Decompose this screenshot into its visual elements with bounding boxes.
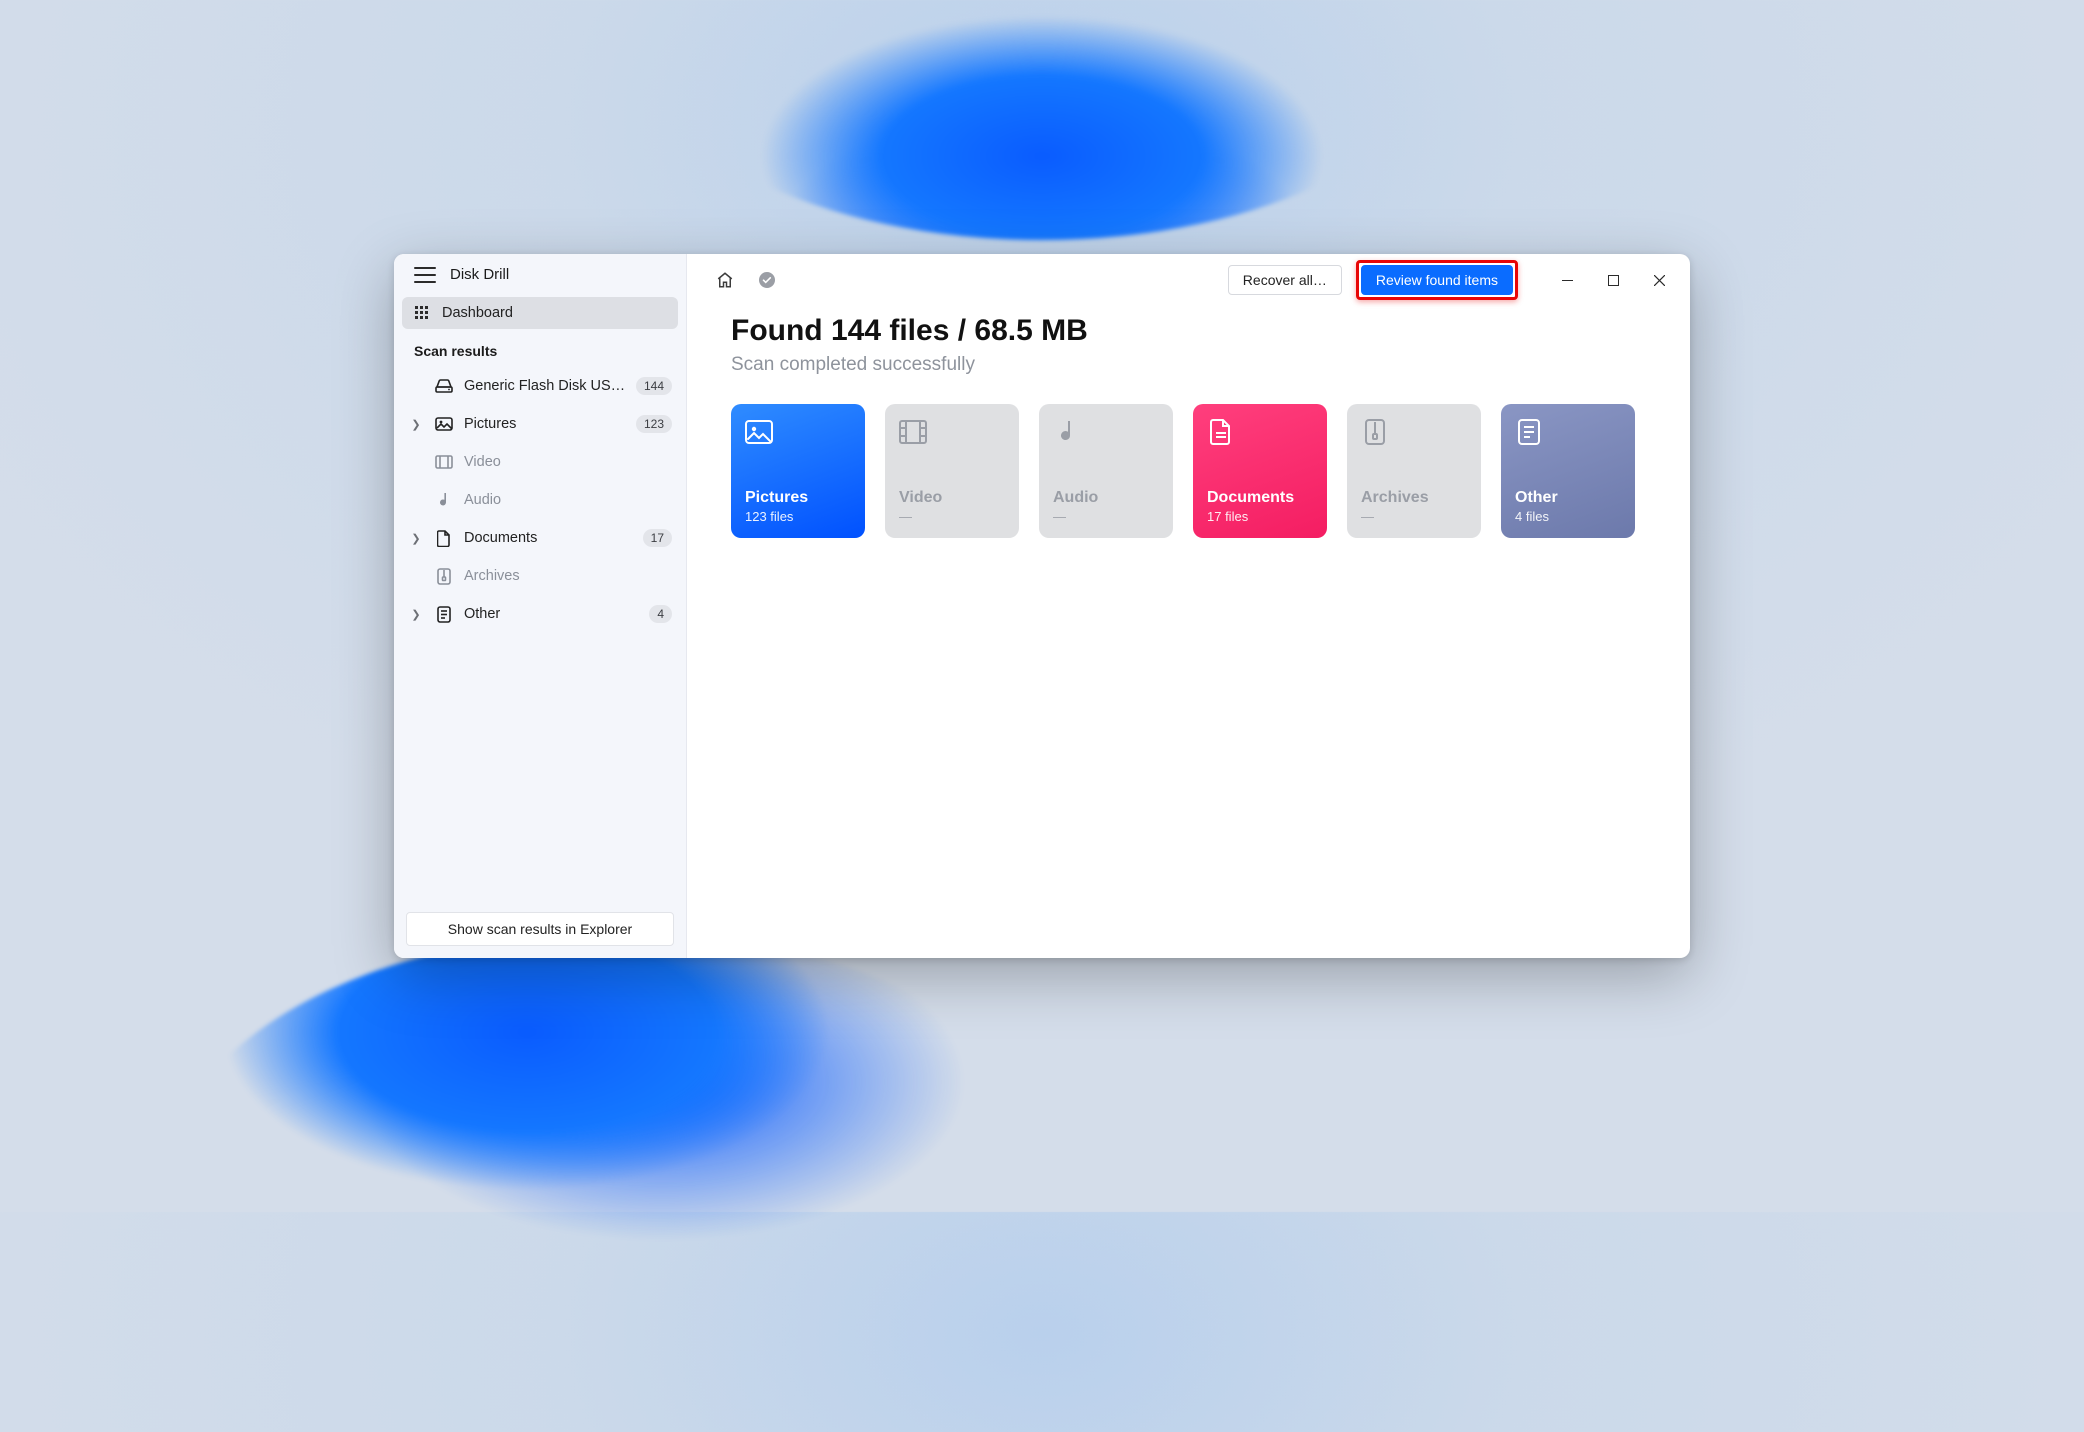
- video-icon: [899, 418, 927, 446]
- headline: Found 144 files / 68.5 MB: [731, 314, 1646, 348]
- tree-item[interactable]: ❯Video: [402, 443, 678, 481]
- card-audio: Audio —: [1039, 404, 1173, 538]
- card-video: Video —: [885, 404, 1019, 538]
- app-window: Disk Drill Dashboard Scan results ❯ Gener…: [394, 254, 1690, 958]
- card-title: Video: [899, 489, 1005, 507]
- card-pictures[interactable]: Pictures 123 files: [731, 404, 865, 538]
- app-title: Disk Drill: [450, 266, 509, 283]
- tree-item[interactable]: ❯Archives: [402, 557, 678, 595]
- card-archives: Archives —: [1347, 404, 1481, 538]
- card-documents[interactable]: Documents 17 files: [1193, 404, 1327, 538]
- card-sub: 17 files: [1207, 509, 1313, 524]
- tree-item-label: Generic Flash Disk USB…: [464, 378, 626, 394]
- sidebar-item-label: Dashboard: [442, 305, 513, 321]
- tree-item-label: Documents: [464, 530, 633, 546]
- review-found-items-button[interactable]: Review found items: [1361, 265, 1513, 295]
- card-sub: —: [899, 509, 1005, 524]
- category-cards: Pictures 123 files Video — Audio —: [731, 404, 1646, 538]
- doc-icon: [434, 530, 454, 547]
- card-sub: —: [1361, 509, 1467, 524]
- picture-icon: [745, 418, 773, 446]
- home-icon[interactable]: [711, 266, 739, 294]
- tree-item-label: Archives: [464, 568, 672, 584]
- picture-icon: [434, 417, 454, 431]
- sidebar-item-dashboard[interactable]: Dashboard: [402, 297, 678, 329]
- window-close-button[interactable]: [1636, 258, 1682, 302]
- review-button-highlight: Review found items: [1356, 260, 1518, 300]
- hamburger-icon[interactable]: [414, 267, 436, 283]
- grid-icon: [414, 305, 430, 321]
- count-badge: 144: [636, 377, 672, 395]
- content: Found 144 files / 68.5 MB Scan completed…: [687, 306, 1690, 538]
- sidebar-footer: Show scan results in Explorer: [394, 902, 686, 958]
- nav: Dashboard: [394, 297, 686, 329]
- tree-item-label: Video: [464, 454, 672, 470]
- card-title: Other: [1515, 489, 1621, 507]
- audio-icon: [434, 492, 454, 508]
- main: Recover all… Review found items Found 14…: [687, 254, 1690, 958]
- tree-item-label: Audio: [464, 492, 672, 508]
- scan-results-tree: ❯Generic Flash Disk USB…144❯Pictures123❯…: [394, 367, 686, 633]
- archive-icon: [1361, 418, 1389, 446]
- chevron-right-icon: ❯: [408, 532, 424, 545]
- chevron-right-icon: ❯: [408, 608, 424, 621]
- count-badge: 17: [643, 529, 672, 547]
- status-check-icon: [753, 266, 781, 294]
- count-badge: 123: [636, 415, 672, 433]
- sidebar-header: Disk Drill: [394, 266, 686, 297]
- recover-all-button[interactable]: Recover all…: [1228, 265, 1342, 295]
- window-minimize-button[interactable]: [1544, 258, 1590, 302]
- tree-item[interactable]: ❯ Other 4: [402, 595, 678, 633]
- card-sub: 123 files: [745, 509, 851, 524]
- window-controls: [1544, 258, 1682, 302]
- show-in-explorer-button[interactable]: Show scan results in Explorer: [406, 912, 674, 946]
- tree-item-label: Other: [464, 606, 639, 622]
- card-sub: 4 files: [1515, 509, 1621, 524]
- topbar: Recover all… Review found items: [687, 254, 1690, 306]
- card-title: Audio: [1053, 489, 1159, 507]
- tree-item[interactable]: ❯ Documents 17: [402, 519, 678, 557]
- chevron-right-icon: ❯: [408, 418, 424, 431]
- sidebar: Disk Drill Dashboard Scan results ❯ Gener…: [394, 254, 687, 958]
- tree-item-label: Pictures: [464, 416, 626, 432]
- archive-icon: [434, 568, 454, 585]
- video-icon: [434, 455, 454, 469]
- audio-icon: [1053, 418, 1081, 446]
- other-icon: [434, 606, 454, 623]
- sidebar-section-label: Scan results: [394, 329, 686, 367]
- window-maximize-button[interactable]: [1590, 258, 1636, 302]
- card-title: Archives: [1361, 489, 1467, 507]
- card-other[interactable]: Other 4 files: [1501, 404, 1635, 538]
- card-title: Documents: [1207, 489, 1313, 507]
- tree-item[interactable]: ❯ Pictures 123: [402, 405, 678, 443]
- tree-item[interactable]: ❯Audio: [402, 481, 678, 519]
- other-icon: [1515, 418, 1543, 446]
- document-icon: [1207, 418, 1235, 446]
- tree-item[interactable]: ❯Generic Flash Disk USB…144: [402, 367, 678, 405]
- card-title: Pictures: [745, 489, 851, 507]
- count-badge: 4: [649, 605, 672, 623]
- subline: Scan completed successfully: [731, 354, 1646, 376]
- drive-icon: [434, 379, 454, 393]
- card-sub: —: [1053, 509, 1159, 524]
